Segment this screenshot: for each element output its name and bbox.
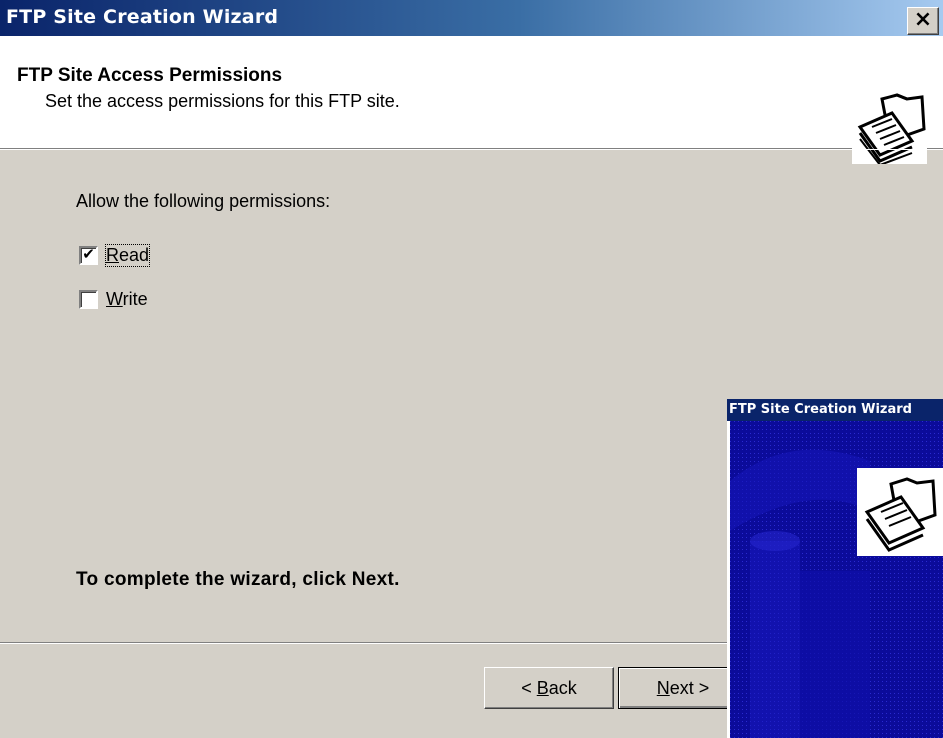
ftp-folder-wizard-icon — [852, 89, 927, 164]
title-bar: FTP Site Creation Wizard × — [0, 0, 943, 36]
read-permission-row[interactable]: ✔ Read — [79, 243, 151, 267]
write-checkbox-label[interactable]: Write — [106, 289, 148, 310]
next-button-rest: ext > — [669, 677, 710, 698]
ftp-folder-wizard-icon — [857, 468, 943, 556]
read-checkbox[interactable]: ✔ — [79, 245, 98, 265]
read-accelerator: R — [106, 244, 119, 265]
write-checkbox[interactable] — [79, 289, 98, 309]
write-accelerator: W — [106, 288, 123, 309]
wizard-header: FTP Site Access Permissions Set the acce… — [0, 36, 943, 164]
window-title: FTP Site Creation Wizard — [6, 6, 279, 28]
read-checkbox-label[interactable]: Read — [104, 243, 151, 267]
back-button[interactable]: < Back — [484, 667, 614, 709]
read-label-rest: ead — [119, 244, 150, 265]
permissions-label: Allow the following permissions: — [76, 191, 331, 211]
back-button-rest: ack — [548, 677, 577, 698]
preview-body — [730, 421, 943, 738]
wizard-preview-thumbnail[interactable]: FTP Site Creation Wizard — [727, 399, 943, 738]
back-accelerator: B — [536, 677, 549, 698]
write-label-rest: rite — [122, 288, 148, 309]
next-accelerator: N — [656, 677, 670, 698]
close-icon: × — [913, 7, 933, 32]
page-title: FTP Site Access Permissions — [17, 65, 283, 86]
write-permission-row[interactable]: Write — [79, 287, 148, 311]
completion-instruction: To complete the wizard, click Next. — [76, 569, 400, 590]
back-button-prefix: < — [521, 677, 537, 698]
page-subtitle: Set the access permissions for this FTP … — [45, 91, 400, 111]
preview-title: FTP Site Creation Wizard — [727, 399, 943, 421]
close-button[interactable]: × — [907, 7, 939, 35]
